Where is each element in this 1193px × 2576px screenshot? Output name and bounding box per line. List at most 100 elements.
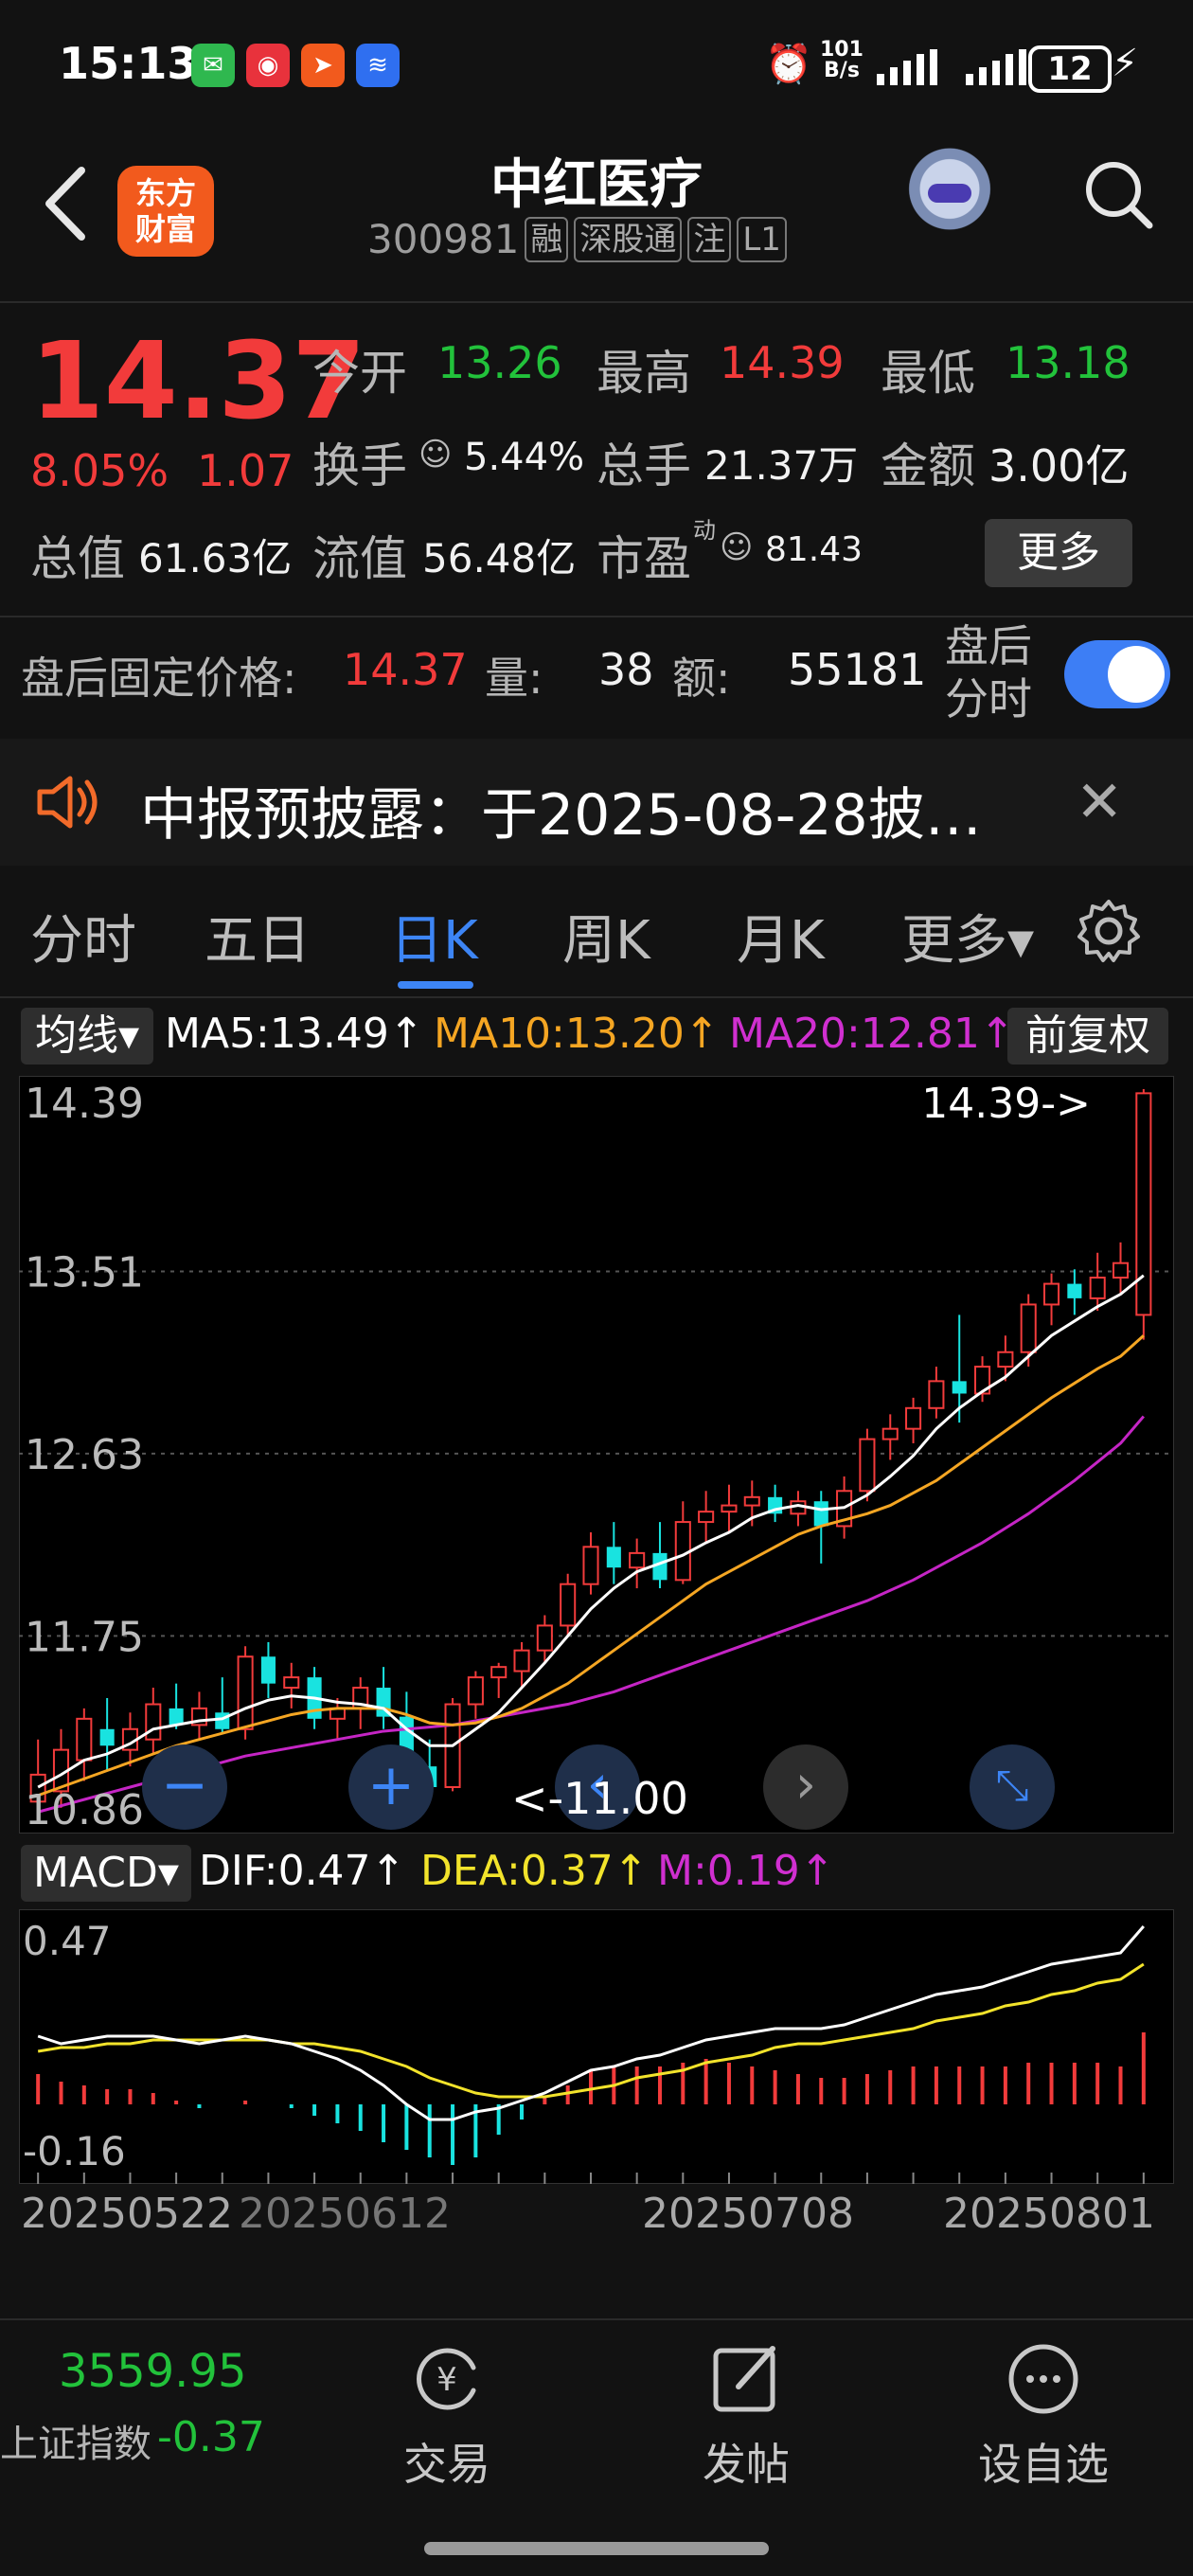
news-app-icon: ◉ <box>246 44 290 87</box>
y-axis-label: 12.63 <box>25 1431 144 1479</box>
candle-up <box>145 1703 162 1741</box>
tab-timeshare[interactable]: 分时 <box>30 898 136 975</box>
tab-daily-k[interactable]: 日K <box>390 898 478 975</box>
candle-up <box>721 1504 738 1513</box>
float-value: 56.48亿 <box>422 535 577 581</box>
scroll-right-button[interactable]: › <box>763 1744 848 1830</box>
mktcap-label: 总值 <box>30 531 125 586</box>
status-bar: 15:13 ✉ ◉ ➤ ≋ ⏰ 101 B/s 12 ⚡ <box>0 0 1193 133</box>
candle-up <box>1042 1282 1060 1306</box>
high-marker: 14.39-> <box>921 1080 1091 1128</box>
index-change[interactable]: -0.37 <box>157 2413 265 2461</box>
watchlist-label: 设自选 <box>978 2439 1109 2490</box>
macd-chart[interactable]: 0.47 -0.16 <box>19 1909 1174 2184</box>
divider <box>0 616 1193 617</box>
candlestick-chart[interactable]: 14.39 13.51 12.63 11.75 10.86 14.39-> <box>19 1076 1174 1834</box>
candle-up <box>859 1438 876 1493</box>
date-label: 20250801 <box>943 2190 1155 2238</box>
candle-up <box>743 1495 760 1507</box>
candle-up <box>928 1380 945 1409</box>
turnover-value: 5.44% <box>464 436 585 479</box>
divider <box>0 996 1193 998</box>
candle-up <box>1020 1303 1037 1353</box>
active-tab-indicator <box>398 981 473 989</box>
after-hours-toggle[interactable] <box>1064 640 1170 708</box>
stock-subline: 300981 融 深股通 注 L1 <box>367 216 787 262</box>
zoom-out-button[interactable]: − <box>142 1744 227 1830</box>
add-watchlist-button[interactable]: 设自选 <box>968 2339 1119 2493</box>
macd-dea: DEA:0.37↑ <box>420 1847 649 1895</box>
candle-down <box>169 1708 184 1726</box>
tab-five-day[interactable]: 五日 <box>205 898 311 975</box>
close-icon[interactable]: ✕ <box>1076 769 1123 835</box>
macd-dif: DIF:0.47↑ <box>199 1847 406 1895</box>
ma5-value: MA5:13.49↑ <box>165 1010 424 1058</box>
tag-level: L1 <box>737 216 787 262</box>
home-indicator[interactable] <box>424 2542 769 2555</box>
candle-up <box>1112 1261 1130 1279</box>
candle-down <box>606 1547 621 1568</box>
trade-button[interactable]: ¥ 交易 <box>371 2339 523 2493</box>
float-label: 流值 <box>312 531 407 586</box>
battery-icon: 12 <box>1028 45 1112 93</box>
y-axis-label: 11.75 <box>25 1613 144 1661</box>
candle-up <box>467 1676 484 1706</box>
index-value[interactable]: 3559.95 <box>59 2345 247 2398</box>
info-icon[interactable]: ☺ <box>418 436 452 474</box>
candle-up <box>513 1649 530 1673</box>
ma20-value: MA20:12.81↑ <box>729 1010 1015 1058</box>
ma10-value: MA10:13.20↑ <box>434 1010 720 1058</box>
candle-up <box>629 1551 646 1569</box>
open-value: 13.26 <box>437 337 562 388</box>
audio-app-icon: ≋ <box>356 44 400 87</box>
low-label: 最低 <box>881 346 975 401</box>
zoom-in-button[interactable]: + <box>348 1744 434 1830</box>
tab-monthly-k[interactable]: 月K <box>737 898 825 975</box>
candle-down <box>1067 1283 1082 1298</box>
candle-down <box>99 1728 115 1746</box>
macd-y-label: 0.47 <box>23 1918 112 1964</box>
volume-value: 21.37万 <box>704 442 859 489</box>
candle-up <box>881 1427 899 1440</box>
candle-up <box>1089 1277 1106 1299</box>
wechat-icon: ✉ <box>191 44 235 87</box>
candle-up <box>76 1717 93 1762</box>
macd-y-label: -0.16 <box>23 2128 126 2174</box>
index-name[interactable]: 上证指数 <box>0 2413 151 2468</box>
date-label: 20250612 <box>239 2190 451 2238</box>
candle-up <box>490 1666 507 1679</box>
search-icon[interactable] <box>1079 152 1155 237</box>
open-label: 今开 <box>312 346 407 401</box>
candle-up <box>997 1351 1014 1368</box>
tab-more[interactable]: 更多▾ <box>901 898 1034 975</box>
high-label: 最高 <box>596 346 691 401</box>
ma-selector[interactable]: 均线▾ <box>21 1008 153 1064</box>
more-button[interactable]: 更多 <box>985 519 1132 587</box>
reset-zoom-button[interactable]: ⤡ <box>970 1744 1055 1830</box>
candle-up <box>698 1511 715 1524</box>
tab-weekly-k[interactable]: 周K <box>562 898 650 975</box>
pe-label: 市盈 <box>596 531 691 586</box>
post-label: 发帖 <box>703 2439 790 2490</box>
y-axis-label: 10.86 <box>25 1786 144 1834</box>
toggle-label-1: 盘后 <box>945 620 1032 671</box>
tag-margin: 融 <box>525 216 569 262</box>
svg-text:¥: ¥ <box>436 2361 457 2399</box>
high-value: 14.39 <box>720 337 845 388</box>
mktcap-value: 61.63亿 <box>138 535 293 581</box>
gear-icon[interactable] <box>1076 898 1142 964</box>
charging-icon: ⚡ <box>1112 42 1139 85</box>
notice-text[interactable]: 中报预披露：于2025-08-28披… <box>140 769 982 851</box>
stock-code: 300981 <box>367 216 520 262</box>
candle-up <box>237 1655 254 1730</box>
pe-info-icon[interactable]: ☺ <box>720 528 753 566</box>
after-hours-vol: 38 <box>598 644 654 695</box>
net-speed-unit: B/s <box>824 59 860 82</box>
adjust-button[interactable]: 前复权 <box>1007 1008 1168 1064</box>
assistant-robot-icon[interactable] <box>898 142 1002 246</box>
battery-level: 12 <box>1047 50 1093 88</box>
post-button[interactable]: 发帖 <box>670 2339 822 2493</box>
macd-selector[interactable]: MACD▾ <box>21 1845 191 1902</box>
after-hours-amt-label: 额: <box>672 653 731 704</box>
turnover-label: 换手 <box>312 438 407 493</box>
